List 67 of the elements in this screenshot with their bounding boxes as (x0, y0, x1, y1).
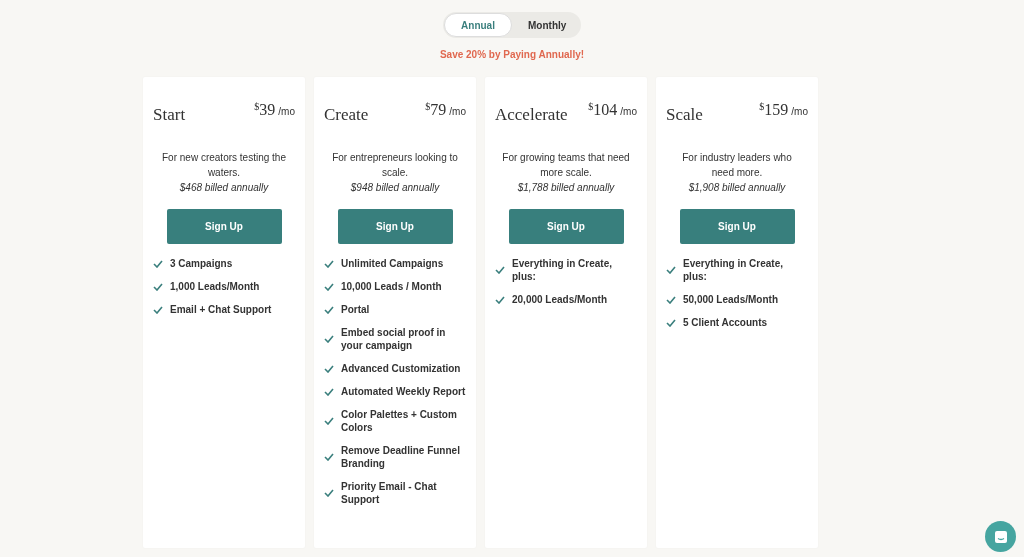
feature-text: Portal (341, 303, 370, 316)
check-icon (324, 453, 334, 461)
check-icon (495, 295, 505, 304)
price-period: /mo (278, 106, 295, 117)
feature-text: Unlimited Campaigns (341, 257, 444, 270)
plan-description: For industry leaders who need more. (681, 151, 793, 180)
price-period: /mo (791, 106, 808, 117)
plan-description: For new creators testing the waters. (161, 151, 287, 180)
chat-icon (993, 529, 1008, 544)
billed-note: $1,908 billed annually (687, 181, 787, 195)
feature-text: Everything in Create, plus: (512, 257, 614, 283)
price-amount: 79 (430, 101, 447, 118)
price-period: /mo (620, 106, 637, 117)
feature-text: Everything in Create, plus: (683, 257, 785, 283)
check-icon (324, 282, 334, 291)
check-icon (324, 489, 334, 497)
check-icon (324, 335, 334, 343)
plan-name: Create (324, 105, 369, 125)
billed-note: $468 billed annually (178, 181, 270, 195)
check-icon (324, 259, 334, 268)
check-icon (666, 295, 676, 304)
check-icon (324, 305, 334, 314)
check-icon (324, 387, 334, 396)
feature-text: 3 Campaigns (170, 257, 233, 270)
feature-text: Embed social proof in your campaign (341, 326, 447, 352)
plan-description: For entrepreneurs looking to scale. (331, 151, 459, 180)
plan-name: Start (153, 105, 186, 125)
promo-text: Save 20% by Paying Annually! (439, 49, 585, 60)
sign-up-button[interactable]: Sign Up (679, 209, 795, 244)
price-amount: 104 (593, 101, 618, 118)
billed-note: $1,788 billed annually (516, 181, 616, 195)
billing-tab[interactable]: Monthly (512, 13, 580, 37)
check-icon (495, 266, 505, 274)
feature-text: Priority Email - Chat Support (341, 480, 438, 506)
sign-up-button[interactable]: Sign Up (508, 209, 624, 244)
billing-tab[interactable]: Annual (444, 13, 512, 37)
check-icon (153, 282, 163, 291)
feature-text: 10,000 Leads / Month (341, 280, 442, 293)
check-icon (324, 417, 334, 425)
feature-text: Advanced Customization (341, 362, 461, 375)
feature-text: 5 Client Accounts (683, 316, 768, 329)
currency-sign: $ (588, 101, 594, 112)
feature-text: Automated Weekly Report (341, 385, 466, 398)
feature-text: Email + Chat Support (170, 303, 272, 316)
check-icon (666, 318, 676, 327)
plan-description: For growing teams that need more scale. (501, 151, 631, 180)
check-icon (324, 364, 334, 373)
price-period: /mo (449, 106, 466, 117)
currency-sign: $ (254, 101, 260, 112)
check-icon (666, 266, 676, 274)
check-icon (153, 305, 163, 314)
currency-sign: $ (425, 101, 431, 112)
check-icon (153, 259, 163, 268)
price-amount: 39 (259, 101, 276, 118)
plan-name: Scale (666, 105, 703, 125)
feature-text: Remove Deadline Funnel Branding (341, 444, 461, 470)
feature-text: 1,000 Leads/Month (170, 280, 260, 293)
plan-name: Accelerate (495, 105, 568, 125)
chat-button[interactable] (985, 521, 1016, 552)
billed-note: $948 billed annually (349, 181, 441, 195)
feature-text: 20,000 Leads/Month (512, 293, 608, 306)
sign-up-button[interactable]: Sign Up (166, 209, 282, 244)
feature-text: Color Palettes + Custom Colors (341, 408, 458, 434)
currency-sign: $ (759, 101, 765, 112)
price-amount: 159 (764, 101, 789, 118)
feature-text: 50,000 Leads/Month (683, 293, 779, 306)
sign-up-button[interactable]: Sign Up (337, 209, 453, 244)
